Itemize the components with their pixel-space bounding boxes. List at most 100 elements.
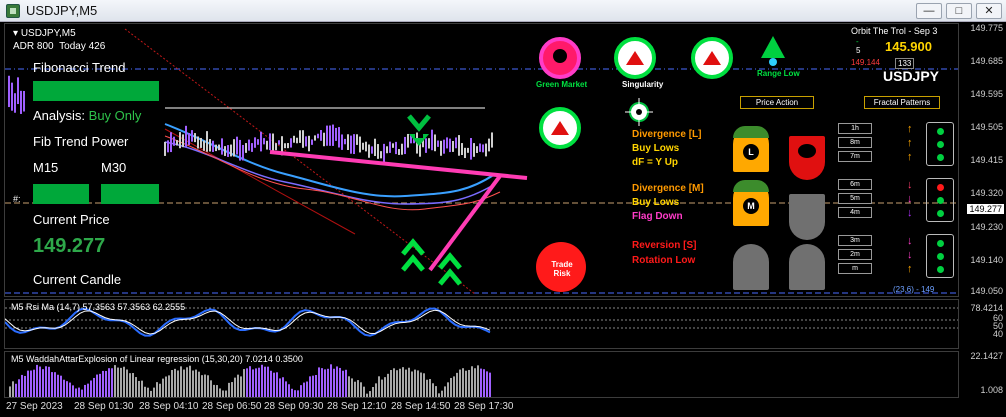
l-tile-cap [733,126,769,138]
close-button[interactable]: ✕ [976,3,1002,19]
waddah-bar [192,370,194,397]
status-dot [937,184,944,191]
rsi-ma-panel[interactable]: M5 Rsi Ma (14,7) 57.3563 57.3563 62.2555 [4,299,959,349]
waddah-bar [429,379,431,397]
up-triangle-icon [551,121,569,135]
tf-button-4m[interactable]: 4m [838,207,872,218]
target-crosshair-icon [625,98,653,126]
waddah-bar [291,388,293,397]
five-value: 5 [856,46,861,55]
range-low-arrow-icon [761,36,785,58]
waddah-bar [45,366,47,397]
waddah-bar [81,389,83,397]
waddah-bar [372,386,374,397]
status-dot [937,253,944,260]
waddah-bar [15,383,17,397]
waddah-bar [24,375,26,397]
waddah-bar [36,364,38,397]
status-dot [937,210,944,217]
analysis-line: Analysis: Buy Only [33,108,141,123]
price-tick: 149.505 [970,122,1003,132]
waddah-bar [102,370,104,397]
waddah-bar [261,364,263,397]
green-market-button[interactable] [539,37,581,79]
waddah-bar [384,377,386,397]
chart-canvas[interactable]: ▾ USDJPY,M5 ADR 800 Today 426 Fibonacci … [0,23,1006,417]
waddah-bar [198,371,200,397]
time-tick: 28 Sep 01:30 [74,401,134,412]
waddah-bar [294,390,296,397]
range-low-dot-icon [769,58,777,66]
signal-dots-group1 [926,122,954,166]
waddah-bar [414,369,416,397]
waddah-bar [465,370,467,397]
waddah-bar [87,383,89,397]
tf-button-5m[interactable]: 5m [838,193,872,204]
div-l-line2: dF = Y Up [632,157,679,168]
time-tick: 28 Sep 06:50 [202,401,262,412]
waddah-max: 22.1427 [970,351,1003,361]
waddah-bar [336,366,338,397]
signal-three-button[interactable] [691,37,733,79]
price-action-button[interactable]: Price Action [740,96,814,109]
singularity-button[interactable] [614,37,656,79]
waddah-bar [57,374,59,397]
waddah-bar [189,365,191,397]
waddah-bar [375,383,377,397]
waddah-bar [132,373,134,397]
range-low-label: Range Low [757,69,800,78]
current-price-value: 149.277 [33,235,106,257]
window-title: USDJPY,M5 [26,3,98,18]
waddah-bar [186,367,188,397]
gray-tile-m [789,194,825,240]
analysis-label: Analysis: [33,108,86,123]
tf-button-2m[interactable]: 2m [838,249,872,260]
maximize-button[interactable]: □ [946,3,972,19]
l-tile: L [733,126,769,172]
tf-button-6m[interactable]: 6m [838,179,872,190]
fib-trend-label: Fibonacci Trend [33,60,126,75]
waddah-bar [48,366,50,397]
price-tick: 149.775 [970,23,1003,33]
waddah-bar [468,369,470,397]
fractal-patterns-button[interactable]: Fractal Patterns [864,96,940,109]
trade-risk-label: Trade Risk [551,260,573,278]
price-tick: 149.230 [970,222,1003,232]
waddah-bar [402,367,404,397]
waddah-bar [393,368,395,397]
chart-window-icon [6,3,20,18]
waddah-bar [399,368,401,397]
tf-button-3m[interactable]: 3m [838,235,872,246]
waddah-bar [318,367,320,397]
waddah-bar [117,367,119,397]
trade-risk-gear-icon[interactable]: Trade Risk [536,242,586,292]
waddah-bar [381,379,383,397]
m30-label: M30 [101,160,127,175]
m30-power-bar [101,184,159,204]
gray-tile-s-right [789,244,825,290]
red-tile [789,136,825,180]
price-axis: 149.775 149.685 149.595 149.505 149.415 … [959,23,1006,297]
tf-button-8m[interactable]: 8m [838,137,872,148]
time-tick: 28 Sep 14:50 [391,401,451,412]
status-dot [937,154,944,161]
waddah-bar [411,371,413,397]
tf-button-m[interactable]: m [838,263,872,274]
tf-button-1h[interactable]: 1h [838,123,872,134]
waddah-bar [444,386,446,397]
up-arrow-icons-group1: ↑ ↑ ↑ [907,123,913,163]
waddah-bar [69,382,71,397]
tf-button-7m[interactable]: 7m [838,151,872,162]
waddah-bar [333,368,335,397]
waddah-attar-panel[interactable]: M5 WaddahAttarExplosion of Linear regres… [4,351,959,398]
main-price-panel[interactable]: ▾ USDJPY,M5 ADR 800 Today 426 Fibonacci … [4,23,959,297]
waddah-bar [405,369,407,397]
waddah-bar [27,370,29,397]
div-l-title: Divergence [L] [632,129,702,140]
current-candle-label: Current Candle [33,272,122,287]
waddah-bar [39,366,41,397]
signal-four-button[interactable] [539,107,581,149]
minimize-button[interactable]: — [916,3,942,19]
down-arrow-icons-group2: ↓ ↓ ↓ [907,179,913,219]
waddah-bar [423,373,425,397]
